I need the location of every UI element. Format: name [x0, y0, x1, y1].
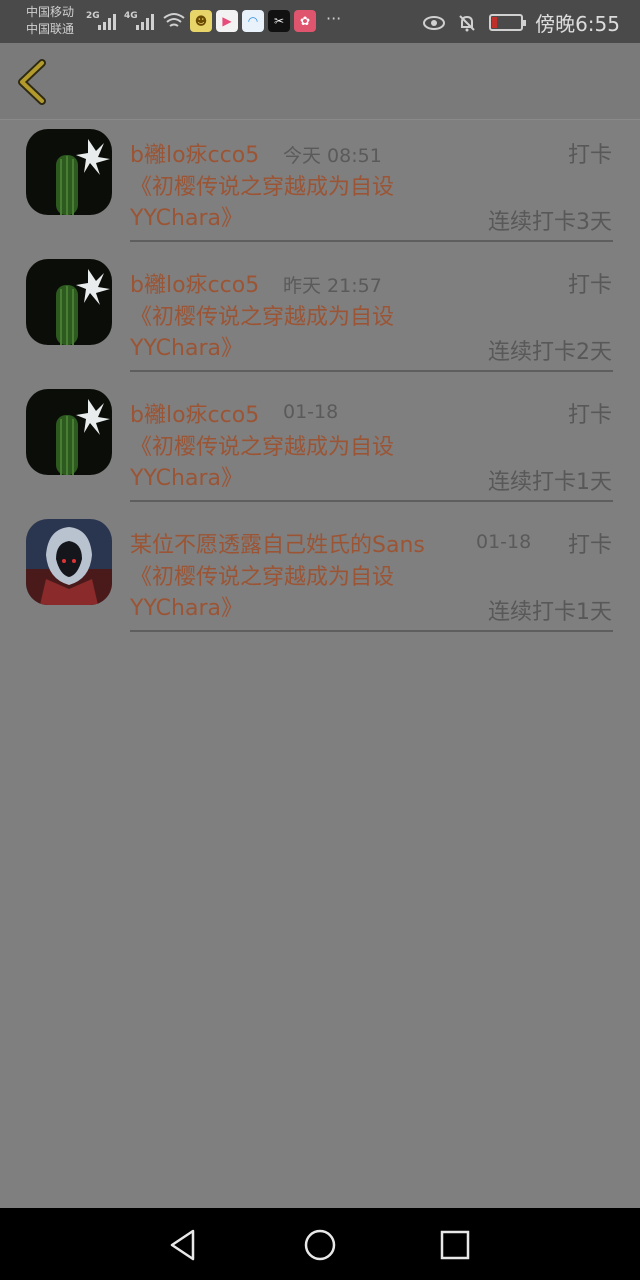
checkin-time: 昨天 21:57: [283, 275, 382, 297]
avatar[interactable]: [26, 519, 112, 605]
avatar[interactable]: [26, 129, 112, 215]
divider: [130, 370, 613, 372]
book-title[interactable]: 《初樱传说之穿越成为自设YYChara》: [130, 302, 450, 364]
action-label: 打卡: [567, 403, 612, 428]
shop-app-icon: ✿: [294, 10, 316, 32]
book-title[interactable]: 《初樱传说之穿越成为自设YYChara》: [130, 432, 450, 494]
square-recents-icon[interactable]: [438, 1228, 472, 1262]
list-item[interactable]: 某位不愿透露自己姓氏的Sans 01-18 打卡 《初樱传说之穿越成为自设YYC…: [0, 510, 640, 640]
signal-icon: [136, 12, 154, 30]
battery-icon: [489, 14, 527, 31]
wifi-icon: [163, 13, 185, 27]
carrier-1: 中国移动: [26, 5, 75, 19]
status-bar: 中国移动 中国联通 2G 4G ☻ ▶ ◠ ✂ ✿ ··· 傍晚6:55: [0, 0, 640, 43]
streak-label: 连续打卡3天: [488, 210, 612, 235]
streak-label: 连续打卡1天: [488, 470, 612, 495]
carrier-2: 中国联通: [26, 22, 75, 36]
list-item[interactable]: b䙰lo㽷cco5 今天 08:51 打卡 《初樱传说之穿越成为自设YYChar…: [0, 120, 640, 250]
book-title[interactable]: 《初樱传说之穿越成为自设YYChara》: [130, 562, 450, 624]
circle-home-icon[interactable]: [303, 1228, 337, 1262]
signal-icon: [98, 12, 116, 30]
bell-off-icon: [459, 14, 475, 31]
avatar[interactable]: [26, 259, 112, 345]
checkin-time: 01-18: [283, 401, 339, 423]
streak-label: 连续打卡1天: [488, 600, 612, 625]
divider: [130, 630, 613, 632]
chevron-left-icon[interactable]: [14, 59, 54, 105]
user-name[interactable]: 某位不愿透露自己姓氏的Sans: [130, 527, 425, 559]
avatar[interactable]: [26, 389, 112, 475]
browser-app-icon: ◠: [242, 10, 264, 32]
divider: [130, 500, 613, 502]
eye-icon: [423, 15, 446, 30]
video-app-icon: ▶: [216, 10, 238, 32]
more-notifications-icon: ···: [326, 9, 342, 28]
checkin-time: 01-18: [476, 531, 532, 553]
streak-label: 连续打卡2天: [488, 340, 612, 365]
clock: 傍晚6:55: [535, 12, 620, 36]
divider: [130, 240, 613, 242]
checkin-time: 今天 08:51: [283, 145, 382, 167]
list-item[interactable]: b䙰lo㽷cco5 01-18 打卡 《初樱传说之穿越成为自设YYChara》 …: [0, 380, 640, 510]
carrier-labels: 中国移动 中国联通: [26, 4, 74, 38]
app-notification-icon: ☻: [190, 10, 212, 32]
status-right: 傍晚6:55: [423, 8, 620, 37]
user-name[interactable]: b䙰lo㽷cco5: [130, 267, 259, 299]
header: [0, 43, 640, 120]
list-item[interactable]: b䙰lo㽷cco5 昨天 21:57 打卡 《初樱传说之穿越成为自设YYChar…: [0, 250, 640, 380]
book-title[interactable]: 《初樱传说之穿越成为自设YYChara》: [130, 172, 450, 234]
action-label: 打卡: [567, 273, 612, 298]
capcut-app-icon: ✂: [268, 10, 290, 32]
checkin-list: b䙰lo㽷cco5 今天 08:51 打卡 《初樱传说之穿越成为自设YYChar…: [0, 120, 640, 640]
user-name[interactable]: b䙰lo㽷cco5: [130, 137, 259, 169]
triangle-back-icon[interactable]: [166, 1228, 200, 1262]
action-label: 打卡: [567, 533, 612, 558]
action-label: 打卡: [567, 143, 612, 168]
navigation-bar: [0, 1208, 640, 1280]
user-name[interactable]: b䙰lo㽷cco5: [130, 397, 259, 429]
